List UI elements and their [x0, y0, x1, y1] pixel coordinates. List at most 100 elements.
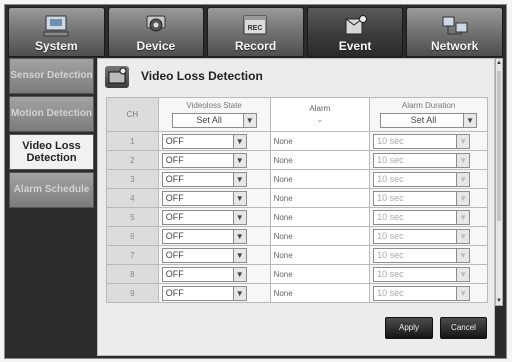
table-row: 4 OFF ▼ None 10 sec ▼: [106, 188, 488, 208]
table-header-row: CH Videoloss State Set All ▼ Alarm ⌄ Ala…: [106, 97, 488, 132]
chevron-down-icon: ▼: [232, 229, 246, 243]
chevron-down-icon: ▼: [232, 172, 246, 186]
alarm-duration-select[interactable]: 10 sec ▼: [373, 152, 471, 168]
table-row: 3 OFF ▼ None 10 sec ▼: [106, 169, 488, 189]
sidebar-item-alarm-schedule[interactable]: Alarm Schedule: [9, 172, 94, 208]
videoloss-state-cell: OFF ▼: [157, 188, 271, 208]
alarm-duration-cell: 10 sec ▼: [369, 131, 488, 151]
table-row: 6 OFF ▼ None 10 sec ▼: [106, 226, 488, 246]
channel-number: 5: [106, 207, 159, 227]
alarm-duration-select[interactable]: 10 sec ▼: [373, 209, 471, 225]
channel-number: 1: [106, 131, 159, 151]
tab-label: Event: [338, 39, 372, 53]
videoloss-state-select[interactable]: OFF ▼: [161, 228, 247, 244]
scroll-down-icon[interactable]: ▼: [496, 297, 502, 305]
state-set-all-select[interactable]: Set All ▼: [171, 113, 257, 128]
alarm-cell[interactable]: None: [269, 150, 371, 170]
alarm-duration-cell: 10 sec ▼: [369, 169, 488, 189]
table-row: 8 OFF ▼ None 10 sec ▼: [106, 264, 488, 284]
apply-button[interactable]: Apply: [385, 317, 433, 339]
chevron-down-icon: ▼: [232, 267, 246, 281]
alarm-duration-cell: 10 sec ▼: [369, 245, 488, 265]
videoloss-state-cell: OFF ▼: [157, 131, 271, 151]
scroll-thumb[interactable]: [497, 71, 501, 221]
alarm-duration-select[interactable]: 10 sec ▼: [373, 266, 471, 282]
sidebar-item-sensor-detection[interactable]: Sensor Detection: [9, 58, 94, 94]
videoloss-state-select[interactable]: OFF ▼: [161, 209, 247, 225]
chevron-down-icon: ▼: [456, 248, 470, 262]
chevron-down-icon: ▼: [456, 172, 470, 186]
tab-label: Record: [234, 39, 277, 53]
chevron-down-icon: ▼: [456, 191, 470, 205]
alarm-duration-select[interactable]: 10 sec ▼: [373, 133, 471, 149]
alarm-duration-cell: 10 sec ▼: [369, 207, 488, 227]
alarm-duration-cell: 10 sec ▼: [369, 150, 488, 170]
channel-number: 7: [106, 245, 159, 265]
videoloss-state-cell: OFF ▼: [157, 264, 271, 284]
alarm-duration-select[interactable]: 10 sec ▼: [373, 190, 471, 206]
duration-set-all-select[interactable]: Set All ▼: [380, 113, 478, 128]
chevron-down-icon: ▼: [232, 286, 246, 300]
alarm-duration-cell: 10 sec ▼: [369, 226, 488, 246]
tab-device[interactable]: Device: [107, 7, 205, 57]
alarm-cell[interactable]: None: [269, 264, 371, 284]
chevron-down-icon: ▼: [456, 286, 470, 300]
tab-system[interactable]: System: [8, 7, 105, 57]
videoloss-state-select[interactable]: OFF ▼: [161, 152, 247, 168]
table-row: 7 OFF ▼ None 10 sec ▼: [106, 245, 488, 265]
alarm-duration-cell: 10 sec ▼: [369, 188, 488, 208]
videoloss-state-select[interactable]: OFF ▼: [161, 266, 247, 282]
sidebar-item-motion-detection[interactable]: Motion Detection: [9, 96, 94, 132]
chevron-down-icon: ▼: [232, 153, 246, 167]
video-loss-icon: [105, 66, 129, 88]
videoloss-state-select[interactable]: OFF ▼: [161, 171, 247, 187]
videoloss-state-select[interactable]: OFF ▼: [161, 247, 247, 263]
side-menu: Sensor Detection Motion Detection Video …: [9, 58, 94, 355]
videoloss-state-select[interactable]: OFF ▼: [161, 285, 247, 301]
column-header-alarm[interactable]: Alarm ⌄: [269, 97, 371, 132]
chevron-down-icon: ▼: [456, 229, 470, 243]
network-icon: [442, 16, 468, 35]
chevron-down-icon: ▼: [232, 191, 246, 205]
alarm-cell[interactable]: None: [269, 245, 371, 265]
alarm-cell[interactable]: None: [269, 283, 371, 303]
videoloss-state-cell: OFF ▼: [157, 245, 271, 265]
vertical-scrollbar[interactable]: ▲ ▼: [495, 58, 503, 306]
alarm-cell[interactable]: None: [269, 226, 371, 246]
alarm-duration-select[interactable]: 10 sec ▼: [373, 171, 471, 187]
scroll-up-icon[interactable]: ▲: [496, 59, 502, 67]
cancel-button[interactable]: Cancel: [440, 317, 487, 339]
column-header-ch: CH: [106, 97, 159, 132]
column-header-duration: Alarm Duration Set All ▼: [369, 97, 488, 132]
chevron-down-icon: ▼: [232, 210, 246, 224]
alarm-cell[interactable]: None: [269, 188, 371, 208]
tab-record[interactable]: REC Record: [207, 7, 304, 57]
videoloss-state-cell: OFF ▼: [157, 207, 271, 227]
channel-number: 9: [106, 283, 159, 303]
sidebar-item-label: Motion Detection: [10, 108, 93, 119]
videoloss-state-select[interactable]: OFF ▼: [161, 190, 247, 206]
content-panel: Video Loss Detection CH Videoloss State …: [97, 58, 495, 356]
videoloss-state-select[interactable]: OFF ▼: [161, 133, 247, 149]
alarm-duration-select[interactable]: 10 sec ▼: [373, 285, 471, 301]
alarm-cell[interactable]: None: [269, 169, 371, 189]
tab-label: System: [34, 39, 78, 53]
column-header-state: Videoloss State Set All ▼: [157, 97, 271, 132]
top-nav: System Device REC Record Event Network: [8, 7, 503, 57]
alarm-cell[interactable]: None: [269, 207, 371, 227]
tab-network[interactable]: Network: [406, 7, 503, 57]
table-row: 2 OFF ▼ None 10 sec ▼: [106, 150, 488, 170]
channel-number: 4: [106, 188, 159, 208]
videoloss-state-cell: OFF ▼: [157, 226, 271, 246]
alarm-duration-select[interactable]: 10 sec ▼: [373, 247, 471, 263]
sidebar-item-video-loss-detection[interactable]: Video Loss Detection: [9, 134, 94, 170]
chevron-down-icon: ▼: [456, 210, 470, 224]
camera-icon: [146, 15, 166, 32]
video-loss-table: CH Videoloss State Set All ▼ Alarm ⌄ Ala…: [106, 97, 488, 303]
alarm-cell[interactable]: None: [269, 131, 371, 151]
channel-number: 2: [106, 150, 159, 170]
chevron-down-icon: ▼: [232, 248, 246, 262]
alarm-duration-select[interactable]: 10 sec ▼: [373, 228, 471, 244]
tab-event[interactable]: Event: [306, 7, 404, 57]
table-row: 9 OFF ▼ None 10 sec ▼: [106, 283, 488, 303]
